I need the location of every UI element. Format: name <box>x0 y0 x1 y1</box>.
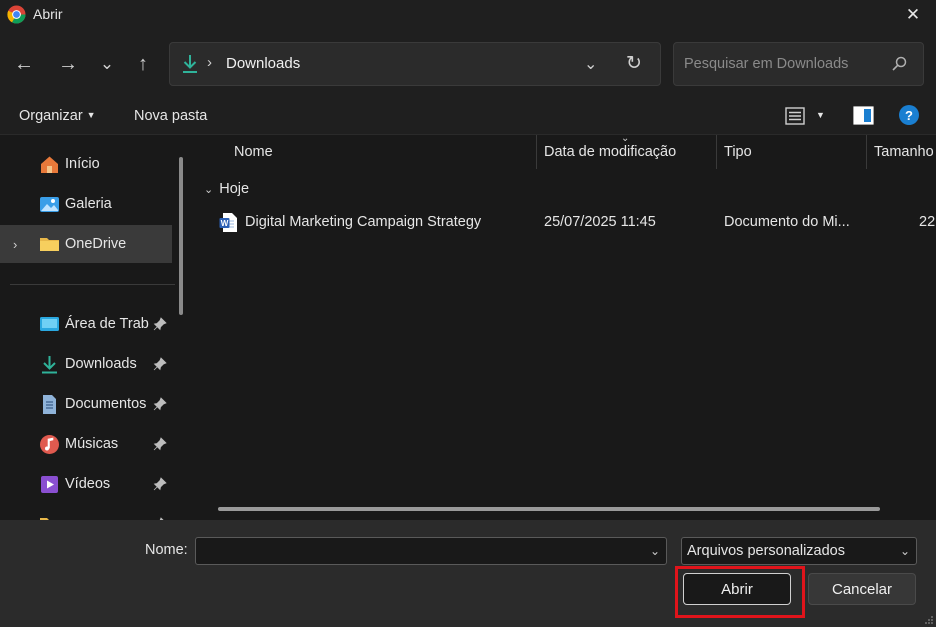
column-header-name[interactable]: Nome <box>234 144 273 160</box>
column-divider[interactable] <box>866 135 867 169</box>
title-bar: Abrir ✕ <box>0 0 936 30</box>
sidebar-item-label: Músicas <box>65 436 119 452</box>
file-type-select[interactable]: Arquivos personalizados ⌄ <box>681 537 917 565</box>
command-bar: Organizar ▼ Nova pasta ▼ ? <box>0 97 936 135</box>
group-label: Hoje <box>219 181 250 197</box>
resize-grip-icon[interactable] <box>924 615 934 625</box>
new-folder-button[interactable]: Nova pasta <box>134 108 207 124</box>
group-header-today[interactable]: ⌄ Hoje <box>204 181 249 197</box>
sidebar-divider <box>10 284 175 285</box>
horizontal-scrollbar[interactable] <box>218 507 880 511</box>
column-header-date[interactable]: Data de modificação <box>544 144 676 160</box>
navigation-bar: ← → ⌄ ↑ › Downloads ⌄ ↻ Pesquisar em Dow… <box>0 30 936 97</box>
organize-label: Organizar <box>19 108 83 124</box>
chevron-down-icon[interactable]: ⌄ <box>900 544 910 558</box>
address-dropdown-icon[interactable]: ⌄ <box>584 54 597 74</box>
dialog-footer: Nome: ⌄ Arquivos personalizados ⌄ Abrir … <box>0 520 936 627</box>
table-row[interactable]: W Digital Marketing Campaign Strategy 25… <box>192 206 936 238</box>
recent-locations-chevron-icon[interactable]: ⌄ <box>93 50 121 78</box>
breadcrumb-separator-icon: › <box>207 54 212 71</box>
file-size: 22 <box>919 214 936 230</box>
sidebar-item-home[interactable]: Início <box>0 145 172 183</box>
sidebar-item-onedrive[interactable]: › OneDrive <box>0 225 172 263</box>
pin-icon[interactable] <box>153 357 167 371</box>
column-divider[interactable] <box>536 135 537 169</box>
gallery-icon <box>40 196 59 212</box>
sidebar-item-label: Início <box>65 156 100 172</box>
file-date: 25/07/2025 11:45 <box>544 214 656 230</box>
pin-icon[interactable] <box>153 397 167 411</box>
preview-pane-icon[interactable] <box>853 106 874 125</box>
column-divider[interactable] <box>716 135 717 169</box>
sidebar-scrollbar[interactable] <box>179 157 183 315</box>
download-icon <box>42 355 57 373</box>
word-document-icon: W <box>219 213 237 232</box>
sort-indicator-icon: ⌄ <box>621 135 630 144</box>
file-name-input[interactable]: ⌄ <box>195 537 667 565</box>
sidebar-item-documents[interactable]: Documentos <box>0 385 172 423</box>
sidebar-item-label: OneDrive <box>65 236 127 252</box>
expand-chevron-icon[interactable]: › <box>13 237 17 252</box>
svg-text:W: W <box>221 219 229 228</box>
search-input[interactable]: Pesquisar em Downloads <box>673 42 924 86</box>
file-list: ⌄ Nome Data de modificação Tipo Tamanho … <box>192 135 936 520</box>
pin-icon[interactable] <box>153 437 167 451</box>
window-title: Abrir <box>33 6 63 22</box>
collapse-chevron-icon: ⌄ <box>204 184 214 196</box>
sidebar-item-label: Downloads <box>65 356 137 372</box>
refresh-icon[interactable]: ↻ <box>626 52 642 75</box>
close-icon[interactable]: ✕ <box>890 0 936 30</box>
file-name-label: Nome: <box>145 542 188 558</box>
sidebar-item-label: Área de Trab <box>65 316 149 332</box>
folder-icon <box>40 237 59 251</box>
column-header-size[interactable]: Tamanho <box>874 144 934 160</box>
cancel-button[interactable]: Cancelar <box>808 573 916 605</box>
forward-arrow-icon[interactable]: → <box>54 50 82 78</box>
highlight-box <box>675 566 805 618</box>
sidebar-item-partial[interactable] <box>0 505 172 520</box>
file-name: Digital Marketing Campaign Strategy <box>245 214 482 230</box>
sidebar-item-label: Documentos <box>65 396 147 412</box>
caret-down-icon: ▼ <box>86 110 96 120</box>
desktop-icon <box>40 316 59 331</box>
sidebar-item-label: Vídeos <box>65 476 111 492</box>
breadcrumb-path[interactable]: Downloads <box>226 55 300 72</box>
help-icon[interactable]: ? <box>899 105 919 125</box>
documents-icon <box>43 394 56 414</box>
column-header-type[interactable]: Tipo <box>724 144 752 160</box>
sidebar-item-downloads[interactable]: Downloads <box>0 345 172 383</box>
music-icon <box>40 434 59 454</box>
view-options-caret-icon[interactable]: ▼ <box>816 110 825 120</box>
address-bar[interactable]: › Downloads ⌄ ↻ <box>169 42 661 86</box>
details-view-icon[interactable] <box>785 107 805 125</box>
navigation-sidebar: Início Galeria › OneDrive Área de Trab D… <box>0 135 190 520</box>
sidebar-item-music[interactable]: Músicas <box>0 425 172 463</box>
download-icon <box>183 55 197 73</box>
pin-icon[interactable] <box>153 477 167 491</box>
search-placeholder: Pesquisar em Downloads <box>684 56 849 72</box>
file-type-value: Arquivos personalizados <box>687 543 845 559</box>
home-icon <box>41 156 58 173</box>
sidebar-item-gallery[interactable]: Galeria <box>0 185 172 223</box>
sidebar-item-videos[interactable]: Vídeos <box>0 465 172 503</box>
up-arrow-icon[interactable]: ↑ <box>129 50 157 78</box>
sidebar-item-desktop[interactable]: Área de Trab <box>0 305 172 343</box>
pin-icon[interactable] <box>153 317 167 331</box>
search-icon <box>892 56 907 71</box>
chrome-icon <box>7 5 26 24</box>
chevron-down-icon[interactable]: ⌄ <box>650 544 660 558</box>
organize-button[interactable]: Organizar ▼ <box>19 108 96 124</box>
sidebar-item-label: Galeria <box>65 196 112 212</box>
file-type: Documento do Mi... <box>724 214 850 230</box>
video-icon <box>41 475 58 493</box>
back-arrow-icon[interactable]: ← <box>10 50 38 78</box>
